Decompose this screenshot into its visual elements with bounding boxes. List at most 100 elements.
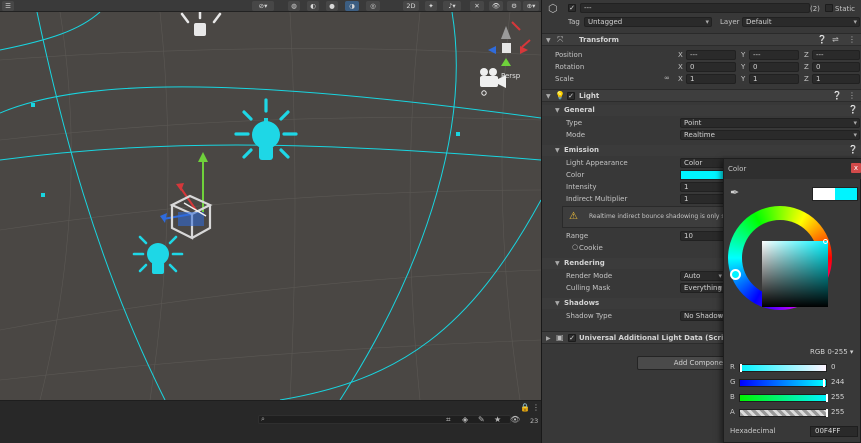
help-icon[interactable]: ❔	[817, 35, 827, 44]
channel-g-row: G 244	[730, 378, 860, 388]
2d-toggle-button[interactable]: 2D	[403, 1, 419, 11]
channel-r-slider[interactable]	[739, 364, 827, 372]
expand-arrow-icon[interactable]: ▼	[546, 93, 551, 100]
scale-y-field[interactable]: 1	[749, 74, 799, 84]
component-menu-icon[interactable]: ⋮	[848, 91, 856, 100]
culling-mask-dropdown[interactable]: Everything	[680, 283, 725, 293]
unlit-toggle-icon[interactable]: ◑	[345, 1, 359, 11]
channel-b-knob[interactable]	[826, 394, 828, 402]
light-title: Light	[579, 92, 600, 100]
expand-arrow-icon[interactable]: ▼	[555, 107, 560, 114]
saturation-value-marker[interactable]	[823, 239, 828, 244]
visibility-icon[interactable]: 👁	[510, 415, 520, 424]
hue-marker[interactable]	[730, 269, 741, 280]
channel-g-knob[interactable]	[823, 379, 825, 387]
range-field[interactable]: 10	[680, 231, 725, 241]
draw-mode-dropdown[interactable]: ⊘▾	[252, 1, 274, 11]
close-button[interactable]: x	[851, 163, 861, 173]
urp-enabled-checkbox[interactable]: ✓	[568, 334, 576, 342]
hierarchy-search-input[interactable]: ⌕	[258, 415, 511, 424]
general-section-header[interactable]: ▼ General ❔	[542, 105, 861, 116]
scene-view[interactable]: ☰ ⊘▾ ◍ ◐ ● ◑ ◎ 2D ✦ ♪▾ ✕ 👁 ⚙ ⊕▾ Persp ⌕ …	[0, 0, 541, 443]
eyedropper-icon[interactable]: ✒	[730, 186, 739, 199]
shadow-type-dropdown[interactable]: No Shadows	[680, 311, 725, 321]
shaded-toggle-icon[interactable]: ◐	[307, 1, 319, 11]
scene-grid	[0, 12, 541, 400]
expand-arrow-icon[interactable]: ▶	[546, 335, 551, 342]
channel-r-knob[interactable]	[740, 364, 742, 372]
expand-arrow-icon[interactable]: ▼	[555, 300, 560, 307]
help-icon[interactable]: ❔	[848, 105, 858, 114]
filter-icon[interactable]: ⌗	[446, 415, 451, 425]
render-settings-icon[interactable]: ◎	[366, 1, 380, 11]
scale-x-field[interactable]: 1	[686, 74, 736, 84]
channel-b-value[interactable]: 255	[831, 393, 844, 401]
saturation-value-square[interactable]	[762, 241, 828, 307]
object-name-field[interactable]: ---	[580, 3, 810, 13]
wireframe-toggle-icon[interactable]: ◍	[288, 1, 300, 11]
scale-z-field[interactable]: 1	[812, 74, 860, 84]
help-icon[interactable]: ❔	[848, 145, 858, 154]
expand-arrow-icon[interactable]: ▼	[555, 260, 560, 267]
expand-arrow-icon[interactable]: ▼	[546, 37, 551, 44]
channel-g-slider[interactable]	[739, 379, 827, 387]
type-dropdown[interactable]: Point	[680, 118, 860, 128]
camera-settings-icon[interactable]: ⚙	[507, 1, 521, 11]
channel-g-value[interactable]: 244	[831, 378, 844, 386]
culling-mask-label: Culling Mask	[566, 284, 611, 292]
render-mode-dropdown[interactable]: Auto	[680, 271, 725, 281]
shadows-header-label: Shadows	[564, 299, 600, 307]
audio-toggle-icon[interactable]: ♪▾	[443, 1, 461, 11]
position-z-field[interactable]: ---	[812, 50, 860, 60]
lighting-preview-icon[interactable]: ✦	[425, 1, 437, 11]
gizmos-dropdown[interactable]: ⊕▾	[523, 1, 539, 11]
light-header[interactable]: ▼ 💡 ✓ Light ❔ ⋮	[542, 89, 861, 102]
channel-r-value[interactable]: 0	[831, 363, 835, 371]
pin-icon[interactable]: ✎	[478, 415, 485, 424]
expand-arrow-icon[interactable]: ▼	[555, 147, 560, 154]
position-x-field[interactable]: ---	[686, 50, 736, 60]
channel-a-slider[interactable]	[739, 409, 828, 417]
previous-color-swatch[interactable]	[813, 188, 835, 200]
more-options-icon[interactable]: ⋮	[532, 403, 540, 412]
channel-a-knob[interactable]	[826, 409, 828, 417]
help-icon[interactable]: ❔	[832, 91, 842, 100]
color-mode-dropdown[interactable]: RGB 0-255 ▾	[810, 348, 853, 356]
tag-dropdown[interactable]: Untagged	[584, 17, 712, 27]
active-checkbox[interactable]: ✓	[568, 4, 576, 12]
rotation-z-field[interactable]: 0	[812, 62, 860, 72]
position-y-field[interactable]: ---	[749, 50, 799, 60]
intensity-field[interactable]: 1	[680, 182, 725, 192]
persp-label[interactable]: Persp	[501, 72, 520, 80]
label-filter-icon[interactable]: ◈	[462, 415, 468, 424]
lock-icon[interactable]: 🔒	[520, 403, 530, 412]
light-icon-top[interactable]	[180, 12, 222, 36]
transform-header[interactable]: ▼ ⤧ Transform ❔ ⇌ ⋮	[542, 33, 861, 46]
layer-dropdown[interactable]: Default	[742, 17, 860, 27]
channel-a-value[interactable]: 255	[831, 408, 844, 416]
point-light-icon-small[interactable]	[132, 235, 184, 274]
orientation-gizmo[interactable]	[488, 21, 531, 66]
component-menu-icon[interactable]: ⋮	[848, 35, 856, 44]
hexadecimal-field[interactable]: 00F4FF	[810, 426, 858, 437]
scene-canvas[interactable]	[0, 12, 541, 400]
lighting-toggle-icon[interactable]: ●	[326, 1, 338, 11]
visibility-toggle-icon[interactable]: 👁	[489, 1, 503, 11]
star-icon[interactable]: ★	[494, 415, 501, 424]
point-light-icon[interactable]	[234, 98, 298, 160]
indirect-multiplier-field[interactable]: 1	[680, 194, 725, 204]
effects-toggle-icon[interactable]: ✕	[470, 1, 484, 11]
link-scale-icon[interactable]: ∞	[664, 74, 670, 82]
rotation-y-field[interactable]: 0	[749, 62, 799, 72]
preset-icon[interactable]: ⇌	[832, 35, 839, 44]
light-enabled-checkbox[interactable]: ✓	[567, 92, 575, 100]
color-field[interactable]	[680, 170, 725, 180]
light-bulb-icon: 💡	[555, 91, 565, 100]
scene-menu-button[interactable]: ☰	[2, 1, 14, 11]
emission-section-header[interactable]: ▼ Emission ❔	[542, 145, 861, 156]
channel-b-slider[interactable]	[739, 394, 828, 402]
static-checkbox[interactable]	[825, 4, 833, 12]
rotation-x-field[interactable]: 0	[686, 62, 736, 72]
mode-dropdown[interactable]: Realtime	[680, 130, 860, 140]
color-picker-titlebar[interactable]: Color x	[724, 159, 861, 179]
